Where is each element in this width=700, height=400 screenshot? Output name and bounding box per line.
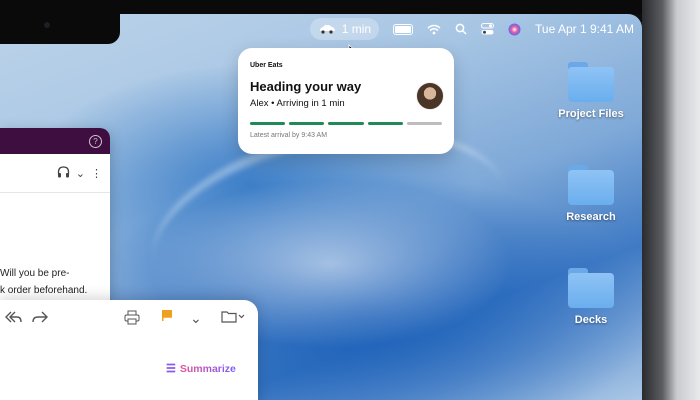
- chevron-down-icon[interactable]: ⌄: [190, 310, 202, 327]
- chat-toolbar: ⌄ ⋮: [57, 166, 102, 181]
- summarize-label: Summarize: [179, 362, 236, 375]
- progress-segment: [328, 122, 364, 125]
- camera-notch: [0, 14, 120, 44]
- folder-icon: [568, 62, 614, 102]
- flag-icon[interactable]: [162, 310, 172, 321]
- courier-avatar: [416, 82, 444, 110]
- laptop-bezel-edge: [642, 0, 700, 400]
- folder-project-files[interactable]: Project Files: [551, 62, 631, 120]
- folder-label: Research: [566, 211, 616, 223]
- folder-label: Decks: [574, 314, 608, 326]
- move-to-folder-icon[interactable]: [221, 310, 245, 323]
- summarize-button[interactable]: ☰ Summarize: [166, 362, 236, 375]
- message-text: Will you be pre-: [0, 268, 70, 279]
- live-activity-text: 1 min: [341, 22, 372, 36]
- wifi-icon[interactable]: [427, 24, 441, 35]
- notification-subtitle: Alex • Arriving in 1 min: [250, 98, 345, 109]
- siri-icon[interactable]: [508, 23, 521, 36]
- camera-dot: [44, 22, 50, 28]
- progress-segment: [250, 122, 286, 125]
- mail-window[interactable]: ⌄ ☰ Summarize: [0, 300, 258, 400]
- folder-research[interactable]: Research: [551, 165, 631, 223]
- chat-window-header: ?: [0, 128, 110, 154]
- summarize-icon: ☰: [166, 363, 176, 375]
- car-icon: [318, 24, 336, 34]
- live-activity-pill[interactable]: 1 min: [309, 18, 380, 40]
- live-activity-card[interactable]: Uber Eats Heading your way Alex • Arrivi…: [238, 48, 454, 154]
- folder-decks[interactable]: Decks: [551, 268, 631, 326]
- search-icon[interactable]: [455, 23, 467, 35]
- reply-all-icon[interactable]: [4, 310, 22, 324]
- progress-segment: [289, 122, 325, 125]
- divider: [0, 192, 110, 193]
- control-center-icon[interactable]: [481, 23, 495, 35]
- forward-icon[interactable]: [32, 310, 48, 324]
- progress-segment: [406, 122, 443, 125]
- desktop-screen: 1 min Tue Apr 1 9:41 AM Uber Eats Headin…: [0, 14, 642, 400]
- help-icon[interactable]: ?: [89, 135, 102, 148]
- print-icon[interactable]: [124, 310, 140, 325]
- delivery-progress-bar: [250, 122, 443, 125]
- screen-bezel-top: [0, 0, 700, 14]
- menu-bar: 1 min Tue Apr 1 9:41 AM: [309, 18, 634, 40]
- message-text: k order beforehand.: [0, 285, 88, 296]
- notification-title: Heading your way: [250, 79, 362, 94]
- menu-bar-clock[interactable]: Tue Apr 1 9:41 AM: [535, 22, 634, 36]
- folder-label: Project Files: [558, 108, 624, 120]
- folder-icon: [568, 268, 614, 308]
- headphones-icon[interactable]: [57, 166, 70, 181]
- progress-segment: [367, 122, 403, 125]
- folder-icon: [568, 165, 614, 205]
- app-brand: Uber Eats: [250, 62, 283, 69]
- more-options-icon[interactable]: ⋮: [91, 167, 102, 180]
- battery-icon[interactable]: [393, 23, 414, 35]
- chevron-down-icon[interactable]: ⌄: [76, 167, 85, 180]
- latest-arrival-text: Latest arrival by 9:43 AM: [250, 132, 328, 139]
